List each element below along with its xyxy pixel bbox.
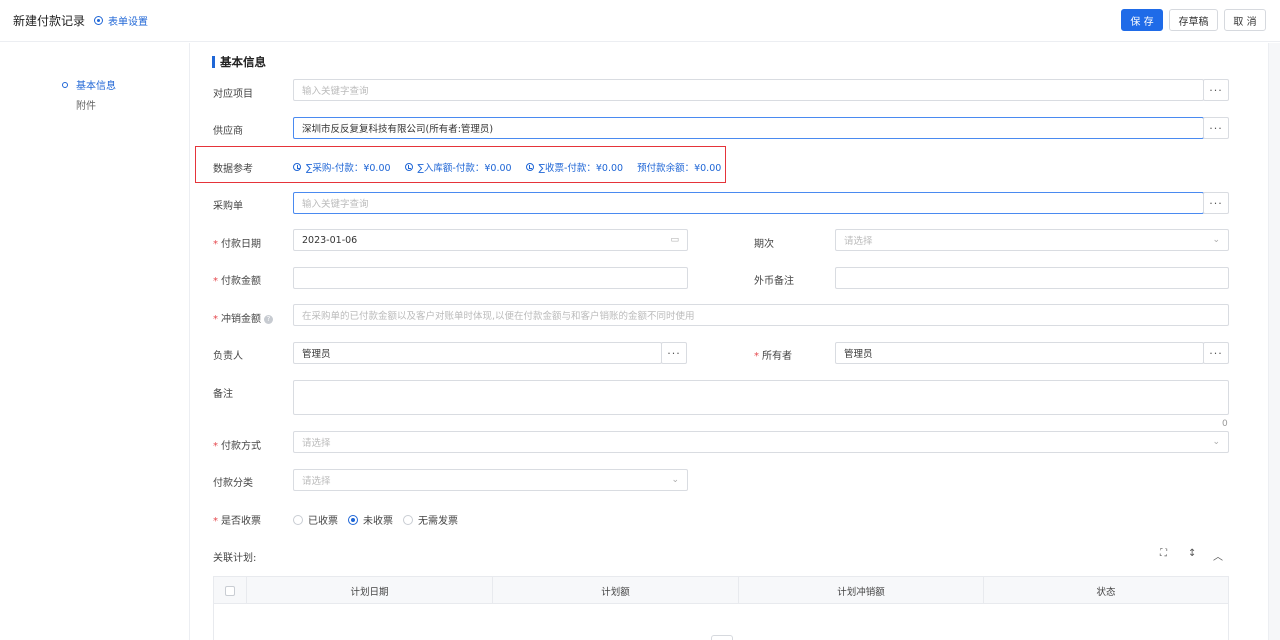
select-all-checkbox[interactable] [225, 585, 235, 596]
pay-method-label: * 付款方式 [213, 441, 261, 452]
ref-purchase-payment[interactable]: ∑采购-付款：¥0.00 [293, 160, 391, 174]
save-button[interactable]: 保 存 [1121, 9, 1163, 31]
invoice-radio-group: 已收票 未收票 无需发票 [293, 512, 458, 527]
fx-note-label: 外币备注 [754, 276, 794, 287]
ref-inbound-payment[interactable]: ∑入库额-付款：¥0.00 [404, 160, 512, 174]
period-select[interactable]: 请选择 ⌄ [835, 229, 1229, 251]
period-label: 期次 [754, 239, 774, 250]
purchase-order-more-button[interactable]: ··· [1203, 192, 1229, 214]
nav-active-dot-icon [62, 81, 68, 88]
table-header: 计划日期 计划额 计划冲销额 状态 [214, 577, 1228, 604]
owner-person-input[interactable]: 管理员 [293, 342, 662, 364]
cancel-button[interactable]: 取 消 [1224, 9, 1266, 31]
supplier-label: 供应商 [213, 126, 243, 137]
chevron-down-icon: ⌄ [1212, 437, 1220, 447]
section-nav: 基本信息 附件 [0, 43, 190, 640]
pay-category-select[interactable]: 请选择 ⌄ [293, 469, 688, 491]
pay-amount-label: * 付款金额 [213, 276, 261, 287]
supplier-more-button[interactable]: ··· [1203, 117, 1229, 139]
ref-prepayment-balance: 预付款余额：¥0.00 [637, 163, 722, 174]
nav-item-attachments[interactable]: 附件 [62, 97, 96, 112]
clock-icon [525, 163, 534, 171]
invoice-option-not-needed[interactable]: 无需发票 [403, 512, 458, 527]
remark-char-counter: 0 [1222, 419, 1228, 429]
project-label: 对应项目 [213, 89, 253, 100]
select-all-cell [214, 577, 247, 604]
column-status[interactable]: 状态 [984, 577, 1228, 604]
related-plan-label: 关联计划: [213, 553, 257, 564]
column-plan-amount[interactable]: 计划额 [493, 577, 739, 604]
clock-icon [404, 163, 413, 171]
chevron-up-icon[interactable]: ︿ [1213, 548, 1223, 563]
form-settings-link[interactable]: 表单设置 [94, 13, 148, 28]
remark-textarea[interactable] [293, 380, 1229, 415]
pay-amount-input[interactable] [293, 267, 688, 289]
invoice-option-not-received[interactable]: 未收票 [348, 512, 393, 527]
owner-person-more-button[interactable]: ··· [661, 342, 687, 364]
data-reference-list: ∑采购-付款：¥0.00 ∑入库额-付款：¥0.00 ∑收票-付款：¥0.00 … [293, 160, 721, 174]
project-input[interactable]: 输入关键字查询 [293, 79, 1204, 101]
save-draft-button[interactable]: 存草稿 [1169, 9, 1218, 31]
pay-date-input[interactable]: 2023-01-06 ▭ [293, 229, 688, 251]
related-plan-table: 计划日期 计划额 计划冲销额 状态 [213, 576, 1229, 640]
pay-date-label: * 付款日期 [213, 239, 261, 250]
owner-input[interactable]: 管理员 [835, 342, 1204, 364]
project-more-button[interactable]: ··· [1203, 79, 1229, 101]
offset-amount-input[interactable]: 在采购单的已付款金额以及客户对账单时体现,以便在付款金额与和客户销账的金额不同时… [293, 304, 1229, 326]
nav-item-basic-info[interactable]: 基本信息 [62, 77, 116, 92]
column-plan-offset[interactable]: 计划冲销额 [739, 577, 984, 604]
nav-item-label: 基本信息 [76, 81, 116, 92]
sort-icon[interactable]: ↕ [1188, 548, 1196, 559]
chevron-down-icon: ⌄ [1212, 235, 1220, 245]
owner-label: * 所有者 [754, 351, 792, 362]
ref-invoice-payment[interactable]: ∑收票-付款：¥0.00 [525, 160, 623, 174]
pay-category-label: 付款分类 [213, 478, 253, 489]
owner-more-button[interactable]: ··· [1203, 342, 1229, 364]
remark-label: 备注 [213, 389, 233, 400]
section-title: 基本信息 [212, 54, 266, 70]
offset-amount-label: * 冲销金额? [213, 310, 273, 325]
clock-icon [293, 163, 301, 171]
chevron-down-icon: ⌄ [671, 475, 679, 485]
empty-box-icon [711, 635, 733, 640]
page-header: 新建付款记录 表单设置 保 存 存草稿 取 消 [0, 0, 1280, 42]
data-reference-label: 数据参考 [213, 164, 253, 175]
gear-icon [94, 16, 103, 25]
page-title: 新建付款记录 [13, 14, 86, 28]
page-scrollbar[interactable] [1268, 43, 1280, 640]
form-settings-label: 表单设置 [108, 17, 148, 28]
owner-person-label: 负责人 [213, 351, 243, 362]
pay-method-select[interactable]: 请选择 ⌄ [293, 431, 1229, 453]
fx-note-input[interactable] [835, 267, 1229, 289]
purchase-order-input[interactable]: 输入关键字查询 [293, 192, 1204, 214]
help-icon[interactable]: ? [264, 314, 273, 324]
nav-item-label: 附件 [76, 101, 96, 112]
supplier-input[interactable]: 深圳市反反复复科技有限公司(所有者:管理员) [293, 117, 1204, 139]
column-plan-date[interactable]: 计划日期 [247, 577, 493, 604]
section-accent-bar [212, 56, 215, 68]
invoice-option-received[interactable]: 已收票 [293, 512, 338, 527]
fullscreen-icon[interactable]: ⛶ [1160, 548, 1167, 559]
calendar-icon: ▭ [670, 235, 679, 245]
invoice-label: * 是否收票 [213, 516, 261, 527]
purchase-order-label: 采购单 [213, 201, 243, 212]
